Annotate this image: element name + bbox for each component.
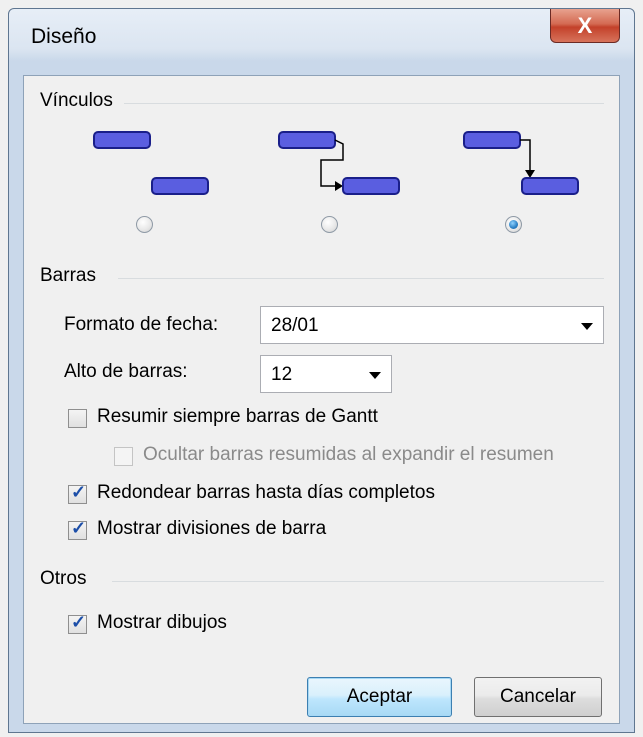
chevron-down-icon (369, 372, 381, 379)
other-group-divider (112, 581, 604, 582)
hide-summary-label: Ocultar barras resumidas al expandir el … (143, 444, 554, 465)
date-format-label: Formato de fecha: (64, 314, 219, 335)
cancel-button[interactable]: Cancelar (474, 677, 602, 717)
layout-dialog: Diseño X Vínculos Barras Formato de fech… (8, 8, 635, 733)
summarize-label: Resumir siempre barras de Gantt (97, 406, 378, 427)
link-option-top-radio[interactable] (505, 216, 522, 233)
check-mark-icon: ✓ (70, 518, 87, 538)
date-format-select[interactable]: 28/01 (260, 306, 604, 344)
dialog-title: Diseño (31, 25, 97, 48)
ok-button[interactable]: Aceptar (307, 677, 452, 717)
bars-group-divider (118, 278, 604, 279)
other-group-label: Otros (40, 568, 87, 589)
summarize-checkbox[interactable] (68, 409, 87, 428)
title-bar[interactable]: Diseño X (9, 9, 634, 69)
bars-group-label: Barras (40, 265, 96, 286)
link-preview-top-icon (463, 131, 579, 195)
link-option-side-radio[interactable] (321, 216, 338, 233)
show-splits-checkbox[interactable]: ✓ (68, 518, 87, 540)
links-group-label: Vínculos (40, 90, 113, 111)
link-preview-none-icon (93, 131, 209, 195)
show-drawings-checkbox[interactable]: ✓ (68, 612, 87, 634)
link-option-none-radio[interactable] (136, 216, 153, 233)
close-icon: X (577, 12, 593, 38)
check-mark-icon: ✓ (70, 612, 87, 632)
round-bars-label: Redondear barras hasta días completos (97, 482, 435, 503)
show-drawings-label: Mostrar dibujos (97, 612, 227, 633)
links-group-divider (124, 103, 604, 104)
close-button[interactable]: X (550, 9, 620, 43)
check-mark-icon: ✓ (70, 482, 87, 502)
chevron-down-icon (581, 323, 593, 330)
show-splits-label: Mostrar divisiones de barra (97, 518, 327, 539)
date-format-value: 28/01 (271, 315, 319, 336)
dialog-body: Vínculos Barras Formato de fecha: 28/01 (23, 75, 620, 724)
bar-height-label: Alto de barras: (64, 361, 188, 382)
round-bars-checkbox[interactable]: ✓ (68, 482, 87, 504)
hide-summary-checkbox (114, 447, 133, 466)
bar-height-select[interactable]: 12 (260, 355, 392, 393)
link-preview-side-icon (278, 131, 400, 195)
bar-height-value: 12 (271, 364, 293, 385)
